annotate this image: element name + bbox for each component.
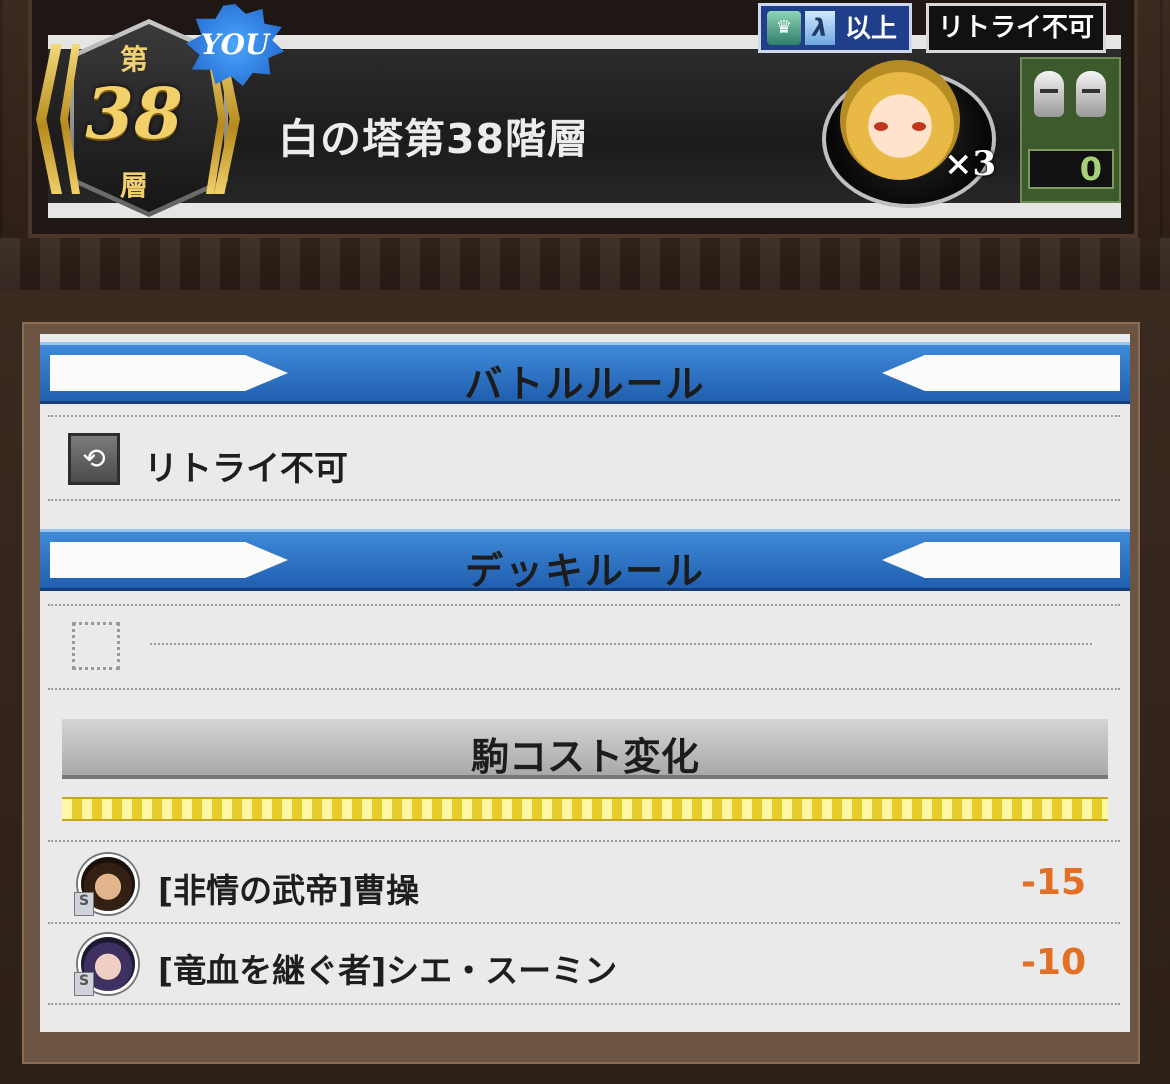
unit-row[interactable]: S [非情の武帝]曹操 -15: [74, 852, 1094, 916]
floor-suffix: 層: [119, 169, 148, 202]
divider: [48, 922, 1120, 924]
helmet-icon: [1034, 71, 1064, 117]
rank-requirement-badge: ♛ λ 以上: [758, 3, 912, 53]
rank-requirement-label: 以上: [845, 14, 898, 44]
divider: [48, 1003, 1120, 1005]
helmet-counter-panel: 0: [1020, 57, 1121, 203]
stone-divider: [0, 238, 1170, 290]
helmet-icon: [1076, 71, 1106, 117]
empty-rule-line: [150, 643, 1092, 645]
unit-name: [非情の武帝]曹操: [158, 871, 420, 910]
rules-panel: [40, 334, 1130, 1032]
divider: [48, 840, 1120, 842]
reward-character-avatar[interactable]: [840, 60, 960, 180]
avatar-eye-right: [912, 122, 926, 131]
divider: [48, 604, 1120, 606]
reward-multiplier: ×3: [944, 144, 997, 184]
gold-decorative-strip: [62, 797, 1108, 821]
avatar-eye-left: [874, 122, 888, 131]
helmet-count: 0: [1028, 149, 1114, 189]
cost-change-title: 駒コスト変化: [470, 735, 699, 779]
unit-name: [竜血を継ぐ者]シエ・スーミン: [158, 951, 618, 990]
cost-change-header: 駒コスト変化: [62, 719, 1108, 779]
rank-emblem-icon: ♛: [767, 11, 801, 45]
battle-rules-header: バトルルール: [40, 342, 1130, 406]
no-retry-icon: ⟲: [68, 433, 120, 485]
stage-title: 白の塔第38階層: [278, 115, 590, 163]
unit-row[interactable]: S [竜血を継ぐ者]シエ・スーミン -10: [74, 932, 1094, 996]
divider: [48, 499, 1120, 501]
divider: [48, 415, 1120, 417]
deck-rules-header: デッキルール: [40, 529, 1130, 593]
battle-rule-label: リトライ不可: [144, 449, 348, 489]
unit-rarity-badge: S: [74, 972, 94, 996]
empty-slot-icon: [72, 622, 120, 670]
unit-rarity-badge: S: [74, 892, 94, 916]
you-label: YOU: [200, 28, 270, 61]
floor-number: 38: [85, 72, 183, 155]
divider: [48, 688, 1120, 690]
battle-rules-title: バトルルール: [464, 362, 706, 406]
deck-rules-title: デッキルール: [464, 549, 705, 593]
retry-disabled-badge: リトライ不可: [926, 3, 1106, 53]
unit-cost-delta: -15: [1020, 862, 1086, 903]
unit-cost-delta: -10: [1020, 942, 1086, 983]
rank-letter: λ: [805, 11, 835, 45]
